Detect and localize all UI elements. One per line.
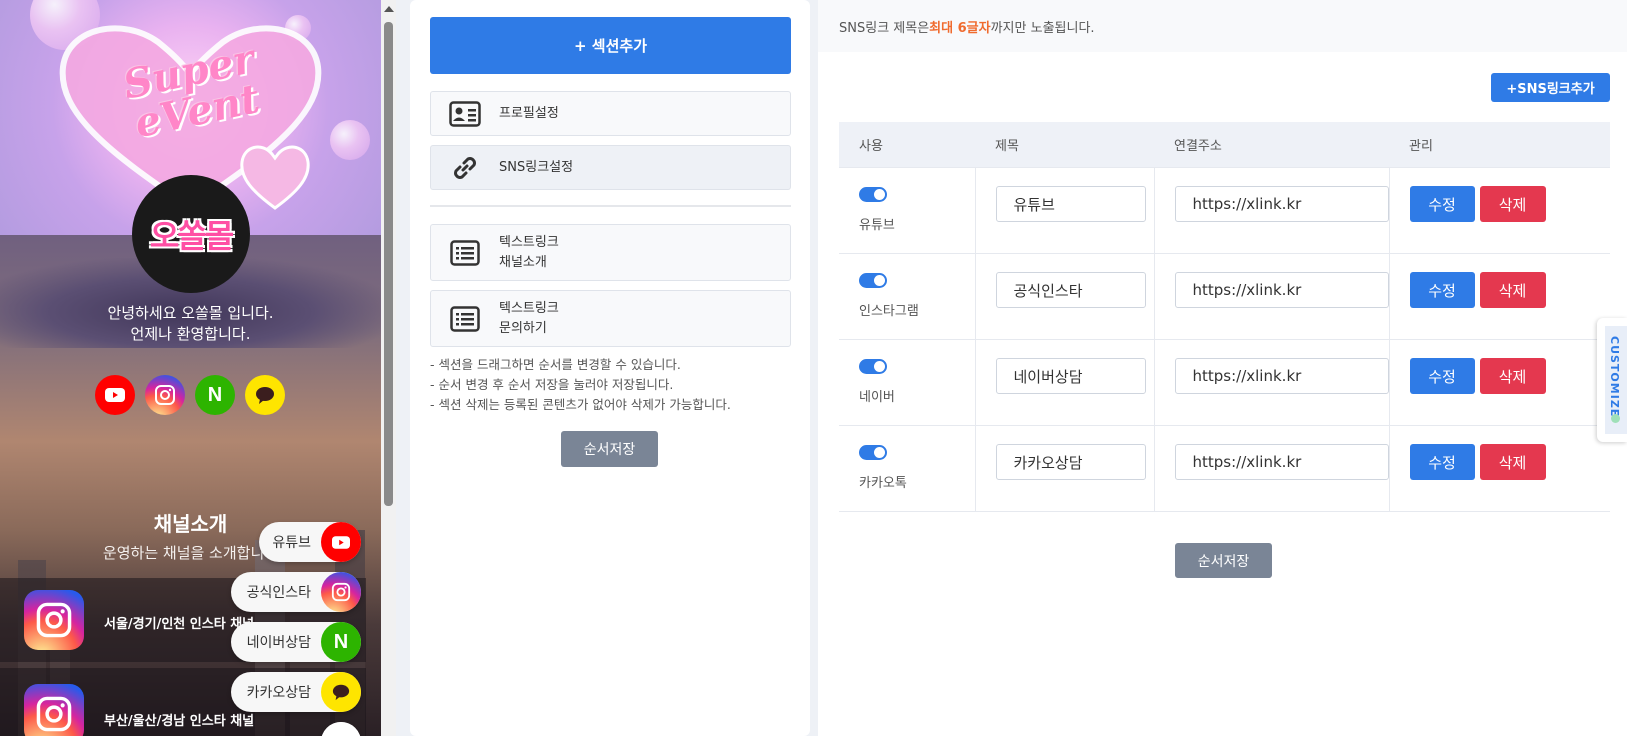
scroll-up-icon[interactable] xyxy=(384,6,394,12)
menu-label: 텍스트링크 문의하기 xyxy=(499,299,559,339)
naver-icon: N xyxy=(321,622,361,662)
floating-label: 카카오상담 xyxy=(246,685,311,701)
use-toggle[interactable] xyxy=(859,445,887,460)
customize-tab[interactable]: CUSTOMIZE xyxy=(1597,318,1627,442)
table-row: 네이버 네이버상담 https://xlink.kr 수정 삭제 xyxy=(839,338,1610,425)
instagram-icon xyxy=(24,590,84,650)
menu-item-sns-link[interactable]: SNS링크설정 xyxy=(430,145,791,190)
floating-naver-button[interactable]: 네이버상담 N xyxy=(231,622,361,662)
help-note: - 섹션 삭제는 등록된 콘텐츠가 없어야 삭제가 가능합니다. xyxy=(430,397,731,412)
floating-label: 공식인스타 xyxy=(246,585,311,601)
floating-instagram-button[interactable]: 공식인스타 xyxy=(231,572,361,612)
menu-label: 프로필설정 xyxy=(499,105,559,121)
notice-highlight: 최대 6글자 xyxy=(929,20,991,36)
use-toggle[interactable] xyxy=(859,273,887,288)
table-row: 인스타그램 공식인스타 https://xlink.kr 수정 삭제 xyxy=(839,252,1610,339)
divider xyxy=(430,205,791,207)
delete-button[interactable]: 삭제 xyxy=(1479,186,1546,222)
floating-label: 네이버상담 xyxy=(246,635,311,651)
floating-kakao-button[interactable]: 카카오상담 xyxy=(231,672,361,712)
save-order-button[interactable]: 순서저장 xyxy=(1175,543,1272,578)
list-icon xyxy=(431,239,499,266)
notice-prefix: SNS링크 제목은 xyxy=(839,20,930,36)
menu-label-line1: 텍스트링크 xyxy=(499,300,559,316)
instagram-icon xyxy=(321,572,361,612)
naver-icon[interactable]: N xyxy=(195,375,235,415)
column-header: 관리 xyxy=(1389,122,1610,167)
sns-link-table: 사용 제목 연결주소 관리 유튜브 유튜브 https://xlink.kr 수… xyxy=(839,122,1610,512)
edit-button[interactable]: 수정 xyxy=(1409,358,1475,394)
intro-line-1: 안녕하세요 오쏠몰 입니다. xyxy=(107,304,274,322)
menu-label: SNS링크설정 xyxy=(499,159,574,175)
delete-button[interactable]: 삭제 xyxy=(1479,272,1546,308)
kakao-icon[interactable] xyxy=(245,375,285,415)
column-header: 연결주소 xyxy=(1154,122,1389,167)
customize-label: CUSTOMIZE xyxy=(1608,336,1621,418)
edit-button[interactable]: 수정 xyxy=(1409,272,1475,308)
column-header: 사용 xyxy=(839,122,975,167)
edit-button[interactable]: 수정 xyxy=(1409,186,1475,222)
url-input[interactable]: https://xlink.kr xyxy=(1174,186,1389,222)
use-toggle[interactable] xyxy=(859,187,887,202)
sns-icon-row: N xyxy=(95,375,285,415)
table-row: 유튜브 유튜브 https://xlink.kr 수정 삭제 xyxy=(839,166,1610,253)
profile-logo: 오쏠몰 xyxy=(132,175,250,293)
help-note: - 섹션을 드래그하면 순서를 변경할 수 있습니다. xyxy=(430,357,681,372)
channel-label: 서울/경기/인천 인스타 채널 xyxy=(104,617,255,632)
menu-label-line2: 채널소개 xyxy=(499,254,547,270)
title-input[interactable]: 네이버상담 xyxy=(995,358,1146,394)
menu-item-text-link-channel[interactable]: 텍스트링크 채널소개 xyxy=(430,224,791,281)
menu-item-profile[interactable]: 프로필설정 xyxy=(430,91,791,136)
help-note: - 순서 변경 후 순서 저장을 눌러야 저장됩니다. xyxy=(430,377,674,392)
title-input[interactable]: 공식인스타 xyxy=(995,272,1146,308)
delete-button[interactable]: 삭제 xyxy=(1479,444,1546,480)
floating-youtube-button[interactable]: 유튜브 xyxy=(259,522,361,562)
menu-label-line2: 문의하기 xyxy=(499,320,547,336)
column-header: 제목 xyxy=(975,122,1154,167)
logo-text: 오쏠몰 xyxy=(149,217,234,255)
url-input[interactable]: https://xlink.kr xyxy=(1174,272,1389,308)
delete-button[interactable]: 삭제 xyxy=(1479,358,1546,394)
menu-item-text-link-inquiry[interactable]: 텍스트링크 문의하기 xyxy=(430,290,791,347)
kakao-icon xyxy=(321,672,361,712)
intro-line-2: 언제나 환영합니다. xyxy=(130,325,251,343)
use-label: 인스타그램 xyxy=(859,304,919,319)
help-notes: - 섹션을 드래그하면 순서를 변경할 수 있습니다. - 순서 변경 후 순서… xyxy=(430,355,731,415)
section-panel: + 섹션추가 프로필설정 SNS링크설정 텍스트링크 채널소개 텍스트링크 문의… xyxy=(410,0,810,736)
scrollbar-thumb[interactable] xyxy=(384,22,393,506)
title-input[interactable]: 카카오상담 xyxy=(995,444,1146,480)
add-sns-link-button[interactable]: +SNS링크추가 xyxy=(1491,73,1610,102)
add-section-button[interactable]: + 섹션추가 xyxy=(430,17,791,74)
small-heart-shape xyxy=(238,140,313,210)
profile-card-icon xyxy=(431,100,499,127)
table-row: 카카오톡 카카오상담 https://xlink.kr 수정 삭제 xyxy=(839,424,1610,512)
youtube-icon[interactable] xyxy=(95,375,135,415)
url-input[interactable]: https://xlink.kr xyxy=(1174,444,1389,480)
floating-label: 유튜브 xyxy=(272,535,311,551)
instagram-icon xyxy=(24,684,84,736)
status-dot-icon xyxy=(1611,414,1620,423)
sns-link-panel: SNS링크 제목은 최대 6글자 까지만 노출됩니다. +SNS링크추가 사용 … xyxy=(818,0,1627,736)
menu-label: 텍스트링크 채널소개 xyxy=(499,233,559,273)
list-icon xyxy=(431,305,499,332)
instagram-icon[interactable] xyxy=(145,375,185,415)
notice-suffix: 까지만 노출됩니다. xyxy=(990,20,1095,36)
edit-button[interactable]: 수정 xyxy=(1409,444,1475,480)
mobile-preview: Super eVent 오쏠몰 안녕하세요 오쏠몰 입니다. 언제나 환영합니다… xyxy=(0,0,381,736)
use-label: 카카오톡 xyxy=(859,476,907,491)
table-header-row: 사용 제목 연결주소 관리 xyxy=(839,122,1610,167)
use-toggle[interactable] xyxy=(859,359,887,374)
save-order-button[interactable]: 순서저장 xyxy=(561,431,658,467)
preview-scrollbar[interactable] xyxy=(381,0,396,736)
use-label: 유튜브 xyxy=(859,218,895,233)
menu-label-line1: 텍스트링크 xyxy=(499,234,559,250)
channel-label: 부산/울산/경남 인스타 채널 xyxy=(104,714,255,729)
url-input[interactable]: https://xlink.kr xyxy=(1174,358,1389,394)
use-label: 네이버 xyxy=(859,390,895,405)
youtube-icon xyxy=(321,522,361,562)
title-input[interactable]: 유튜브 xyxy=(995,186,1146,222)
notice-bar: SNS링크 제목은 최대 6글자 까지만 노출됩니다. xyxy=(818,0,1627,52)
link-icon xyxy=(431,154,499,182)
